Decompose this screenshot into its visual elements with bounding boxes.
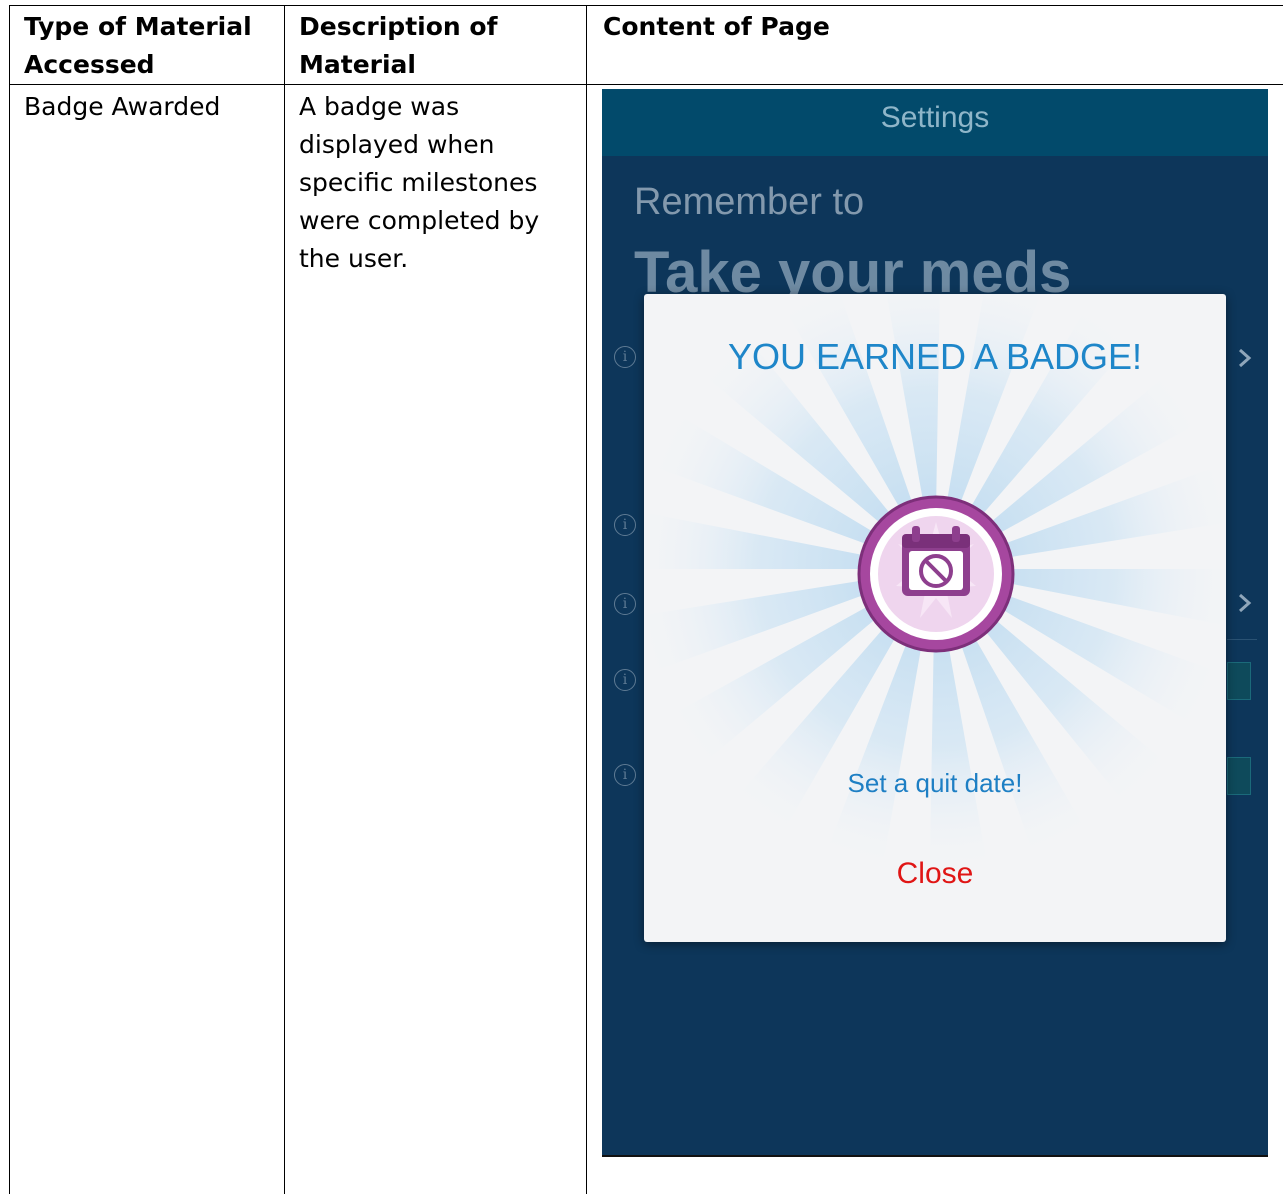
toggle-switch[interactable] [1227, 662, 1251, 700]
calendar-no-icon [857, 495, 1015, 653]
toggle-switch[interactable] [1227, 757, 1251, 795]
dialog-title: YOU EARNED A BADGE! [727, 336, 1143, 377]
header-description-of-material: Description of Material [299, 12, 498, 79]
info-icon[interactable]: i [614, 346, 636, 368]
table-left-border [9, 5, 10, 1194]
info-icon[interactable]: i [614, 514, 636, 536]
close-button[interactable]: Close [885, 852, 985, 896]
table-col-divider-1 [284, 5, 285, 1194]
list-divider [1227, 639, 1257, 640]
chevron-right-icon[interactable] [1234, 347, 1256, 369]
reminder-subtitle: Remember to [634, 181, 865, 223]
app-bar: Settings [602, 89, 1268, 156]
info-icon[interactable]: i [614, 593, 636, 615]
cell-material-description: A badge was displayed when specific mile… [299, 92, 540, 273]
badge-dialog: YOU EARNED A BADGE! Set a quit date! Clo… [644, 294, 1226, 942]
table-col-divider-2 [586, 5, 587, 1194]
app-bar-title: Settings [880, 101, 990, 134]
cell-material-type: Badge Awarded [24, 92, 221, 121]
chevron-right-icon[interactable] [1234, 592, 1256, 614]
header-content-of-page: Content of Page [603, 12, 830, 41]
table-header-divider [9, 84, 1283, 85]
info-icon[interactable]: i [614, 669, 636, 691]
info-icon[interactable]: i [614, 764, 636, 786]
header-type-of-material: Type of Material Accessed [24, 12, 252, 79]
screenshot-bottom-edge [602, 1155, 1268, 1157]
badge-message: Set a quit date! [847, 768, 1023, 798]
table-top-border [9, 5, 1283, 6]
